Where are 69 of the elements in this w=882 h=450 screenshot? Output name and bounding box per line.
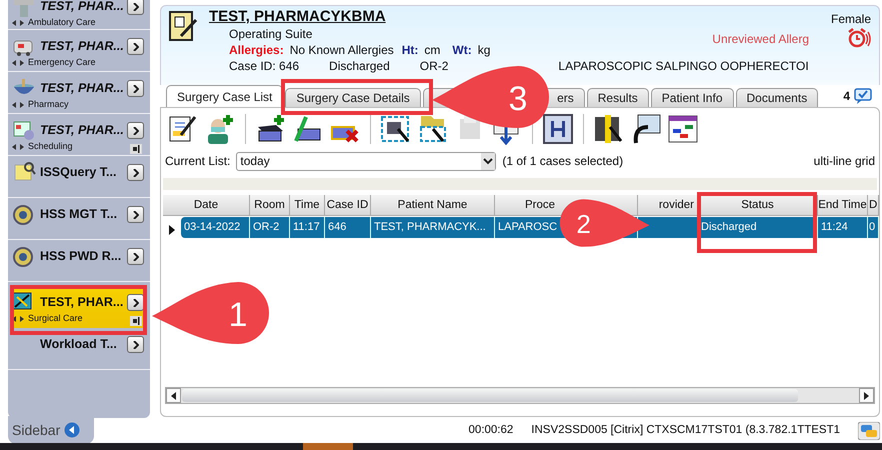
item-title[interactable]: HSS PWD R... [40,247,122,266]
column-header[interactable]: Status [698,195,818,216]
tab[interactable]: Patient Info [650,88,734,107]
tab[interactable]: Results [586,88,649,107]
item-title[interactable]: TEST, PHAR... [40,293,124,312]
callout-number: 1 [228,296,248,334]
item-subtitle: Scheduling [28,140,73,153]
sidebar-item[interactable]: ISSQuery T... [8,156,150,198]
tab[interactable]: Documents [736,88,818,107]
server-info: INSV2SSD005 [Citrix] CTXSCM17TST01 (8.3.782.1 [531,423,798,438]
column-header[interactable]: D [868,195,879,216]
height-label: Ht: [402,42,418,58]
grid-option-text: ulti-line grid [814,153,875,170]
sidebar-item[interactable]: TEST, PHAR... Pharmacy [8,72,150,114]
sidebar-item[interactable]: TEST, PHAR... Emergency Care [8,30,150,72]
message-count: 4 [843,88,850,105]
allergies-label: Allergies: [229,42,284,58]
procedure-text: LAPAROSCOPIC SALPINGO OOPHERECTOI [558,58,809,74]
column-header[interactable]: Date [163,195,250,216]
session-timer: 00:00:62 [468,423,514,438]
table-cell: 646 [325,217,371,238]
sidebar-item[interactable]: HSS PWD R... [8,240,150,282]
table-cell: 03-14-2022 [181,217,250,238]
table-cell: OR-2 [250,217,290,238]
table-cell: 11:24 [818,217,868,238]
column-header[interactable]: Patient Name [371,195,495,216]
patient-name: TEST, PHARMACYKBMA [209,8,387,26]
case-status: Discharged [329,58,390,74]
table-cell: 0 [868,217,879,238]
item-subtitle: Pharmacy [28,98,69,111]
sidebar-item[interactable]: TEST, PHAR... Ambulatory Care [8,0,150,30]
user-id: TTEST1 [797,423,840,438]
sidebar-tab[interactable]: Sidebar [8,416,94,444]
table-cell: 11:17 [290,217,325,238]
item-title[interactable]: TEST, PHAR... [40,37,124,56]
height-unit: cm [424,42,440,58]
item-title[interactable]: ISSQuery T... [40,163,116,182]
location-text: Operating Suite [229,26,312,42]
table-cell: TEST, PHARMACYK... [371,217,495,238]
tab[interactable]: Surgery Case List [166,85,284,107]
allergies-value: No Known Allergies [290,42,394,58]
allergy-alert-text: Unreviewed Allerg [712,31,809,48]
tab[interactable]: Surgery Case Details [285,88,421,107]
column-header[interactable]: rovider [638,195,698,216]
item-title[interactable]: Workload T... [40,335,117,354]
sidebar-item[interactable]: Workload T... [8,328,150,370]
sex-text: Female [830,11,871,28]
item-title[interactable]: HSS MGT T... [40,205,118,224]
weight-unit: kg [478,42,490,58]
item-title[interactable]: TEST, PHAR... [40,79,124,98]
current-list-label: Current List: [165,153,230,170]
item-subtitle: Surgical Care [28,312,83,325]
selection-count: (1 of 1 cases selected) [502,153,624,170]
sidebar-item[interactable]: HSS MGT T... [8,198,150,240]
list-select[interactable]: today [236,152,496,170]
column-header[interactable]: Case ID [325,195,371,216]
column-header[interactable]: End Time [818,195,868,216]
sidebar-item[interactable]: TEST, PHAR... Scheduling [8,114,150,156]
weight-label: Wt: [452,42,472,58]
case-room: OR-2 [420,58,448,74]
column-header[interactable]: Room [250,195,290,216]
table-cell: Discharged [698,217,818,238]
case-id: Case ID: 646 [229,58,300,74]
item-subtitle: Ambulatory Care [28,16,96,29]
column-header[interactable]: Time [290,195,325,216]
item-title[interactable]: TEST, PHAR... [40,121,124,140]
item-subtitle: Emergency Care [28,56,96,69]
item-title[interactable]: TEST, PHAR... [40,0,124,16]
sidebar-label: Sidebar [12,420,60,440]
